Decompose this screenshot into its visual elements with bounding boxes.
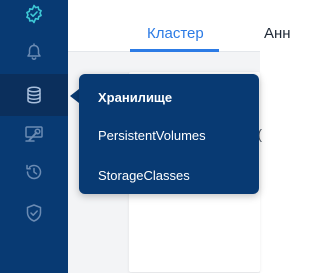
flyout-pointer xyxy=(70,89,79,103)
tab-bar: Кластер Анн xyxy=(68,0,291,52)
sidebar-item-settings[interactable] xyxy=(0,0,68,34)
app-root: Кластер Анн ( Хранилище PersistentVolume… xyxy=(0,0,291,273)
storage-flyout-menu: Хранилище PersistentVolumes StorageClass… xyxy=(79,74,259,194)
history-icon xyxy=(26,164,42,180)
wrench-icon xyxy=(25,126,43,142)
database-icon xyxy=(27,86,41,104)
active-tab-indicator xyxy=(130,49,219,52)
sidebar-item-notifications[interactable] xyxy=(0,32,68,72)
sidebar-item-history[interactable] xyxy=(0,152,68,192)
sidebar-item-tools[interactable] xyxy=(0,114,68,154)
menu-item-storage-classes[interactable]: StorageClasses xyxy=(98,168,190,183)
shield-check-icon xyxy=(26,204,42,222)
flyout-title: Хранилище xyxy=(98,90,173,105)
bell-icon xyxy=(27,43,41,60)
gear-icon xyxy=(26,4,42,24)
sidebar-item-storage[interactable] xyxy=(0,74,68,116)
menu-item-persistent-volumes[interactable]: PersistentVolumes xyxy=(98,128,206,143)
tab-cluster[interactable]: Кластер xyxy=(147,25,204,42)
tab-annotations[interactable]: Анн xyxy=(264,25,291,42)
sidebar-item-security[interactable] xyxy=(0,193,68,233)
sidebar xyxy=(0,0,68,273)
